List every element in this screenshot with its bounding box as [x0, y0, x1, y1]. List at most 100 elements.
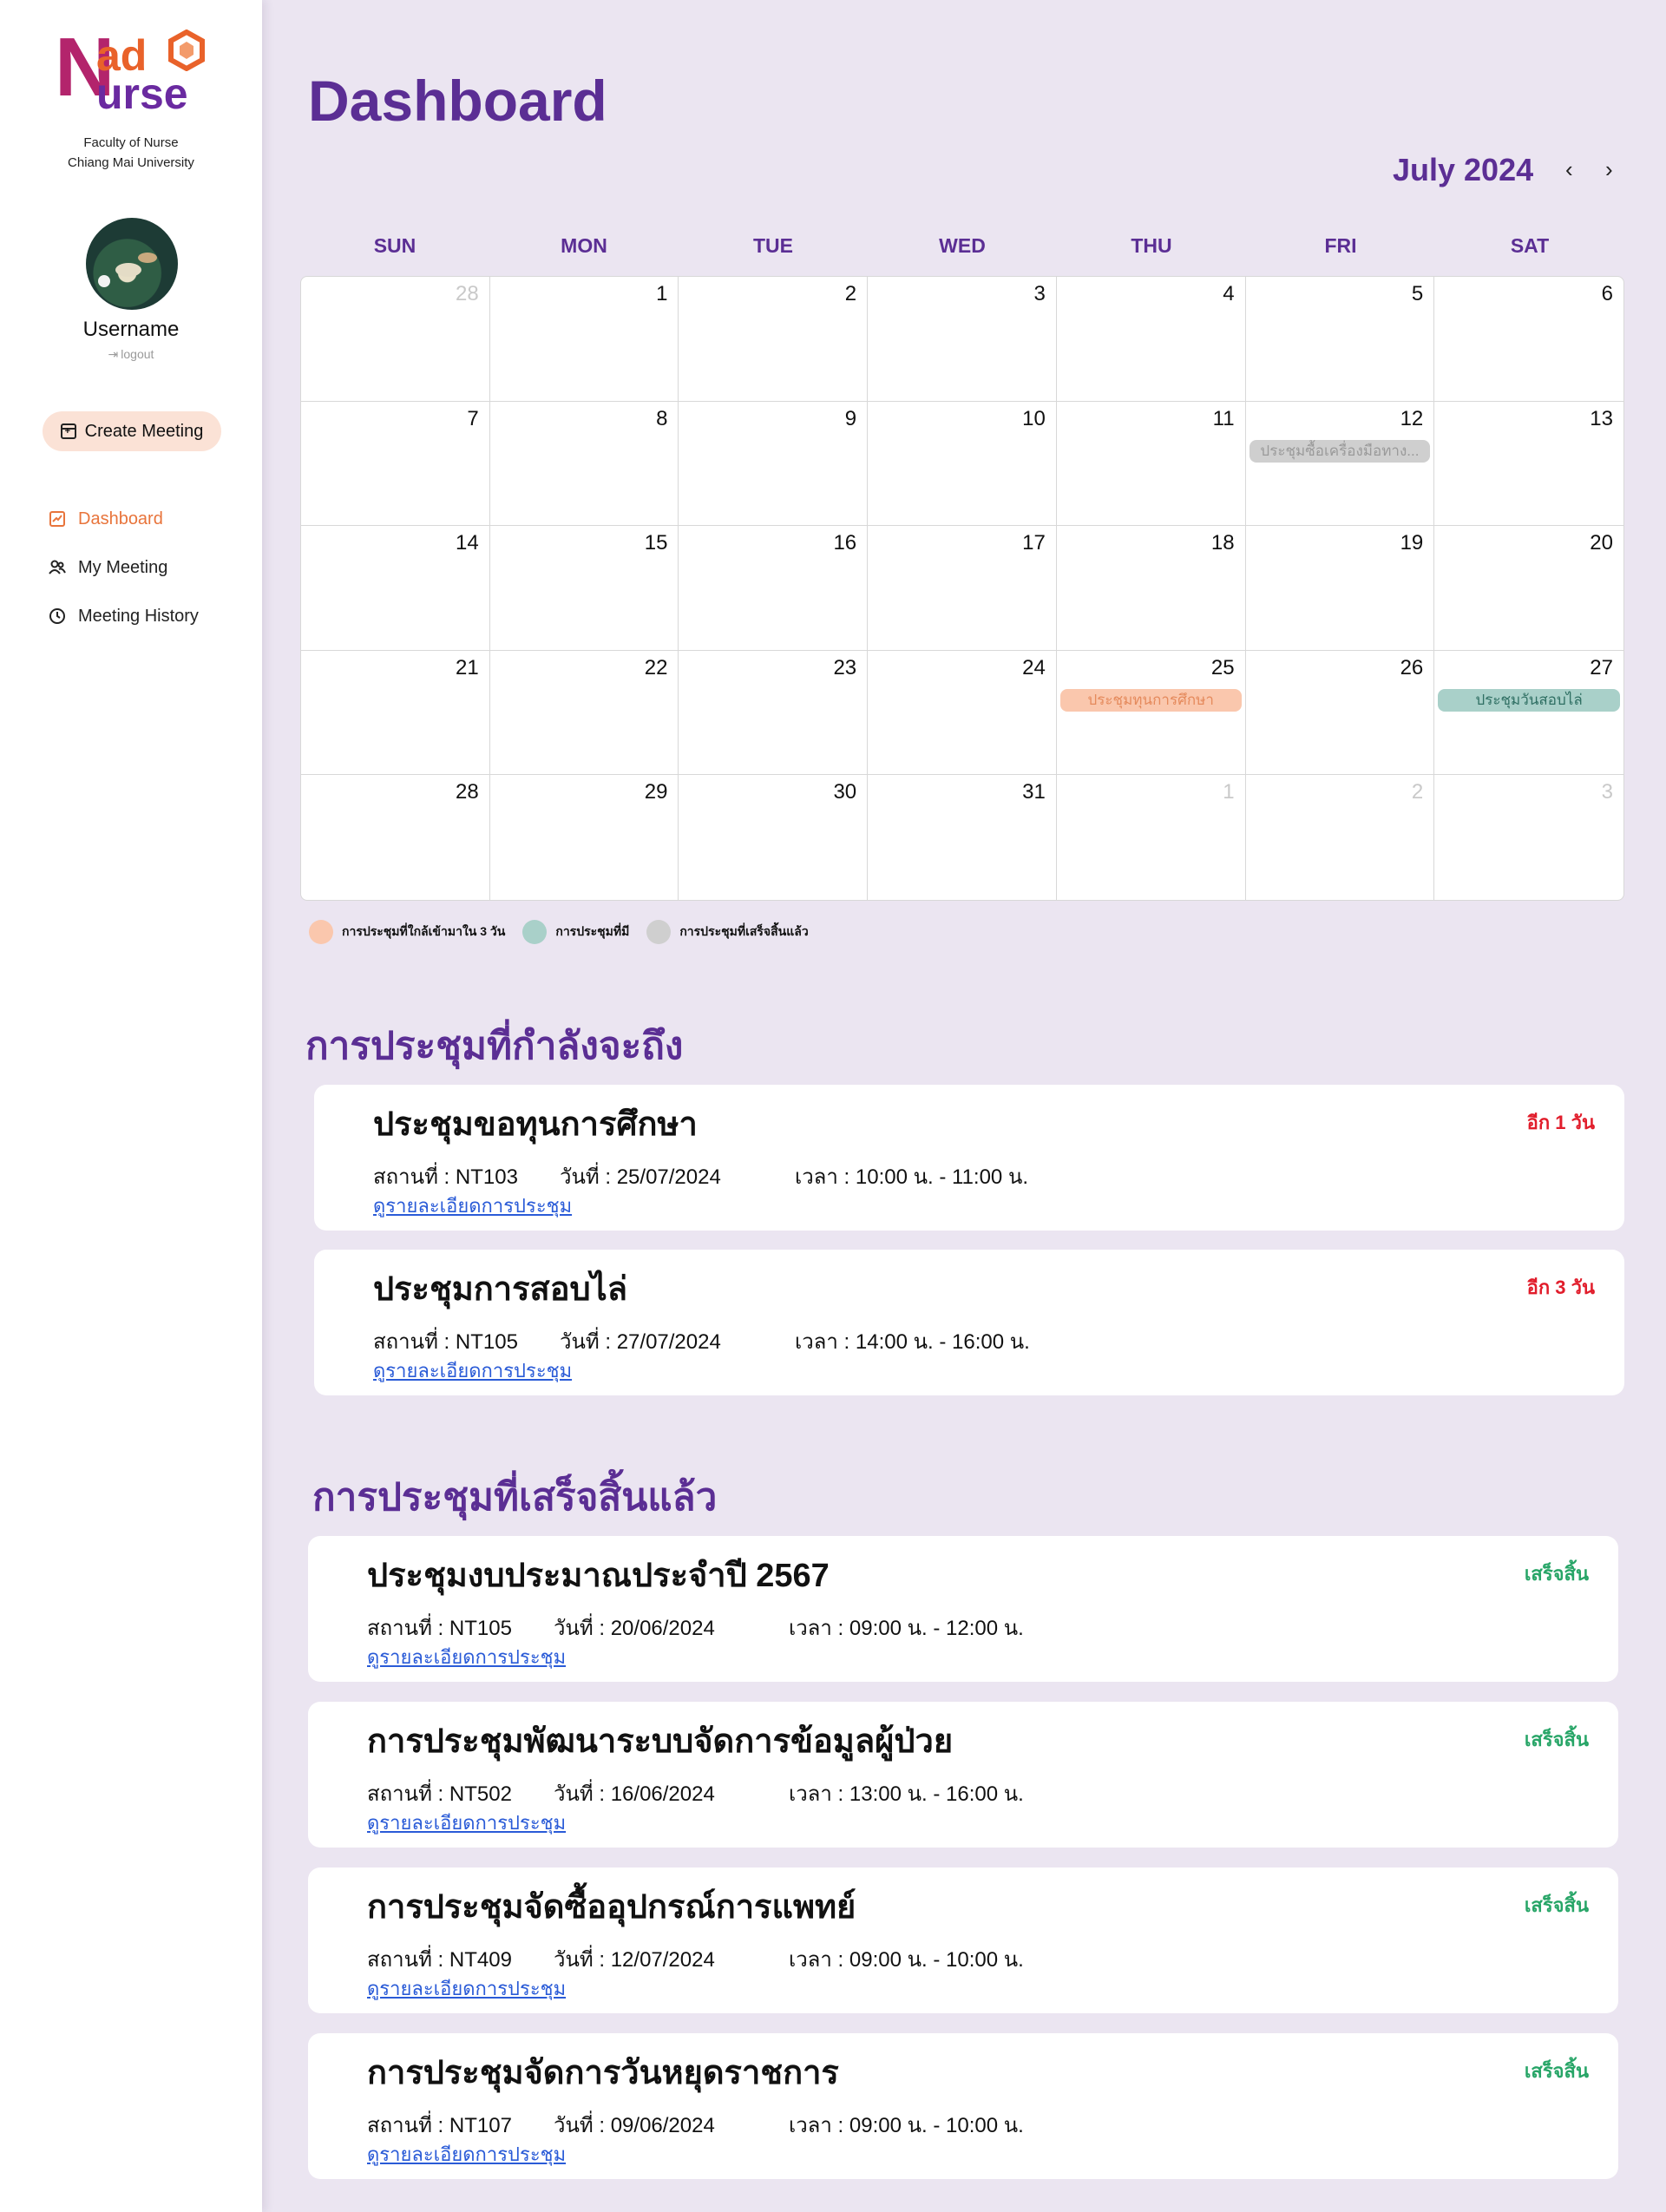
calendar-day-cell[interactable]: 17: [868, 526, 1057, 651]
calendar-day-cell[interactable]: 31: [868, 775, 1057, 900]
sidebar-item-dashboard[interactable]: Dashboard: [49, 495, 199, 543]
calendar-day-cell[interactable]: 15: [489, 526, 679, 651]
meeting-place: สถานที่ : NT409: [367, 1948, 512, 1972]
day-number: 27: [1590, 655, 1613, 679]
logout-label: logout: [121, 347, 154, 361]
calendar-event[interactable]: ประชุมซื้อเครื่องมือทาง...: [1249, 439, 1431, 463]
weekday-label: WED: [939, 234, 986, 257]
avatar[interactable]: [86, 218, 178, 310]
sidebar-item-label: Dashboard: [78, 509, 163, 528]
faculty-line2: Chiang Mai University: [68, 155, 194, 170]
day-number: 11: [1212, 406, 1235, 430]
meeting-info-row: สถานที่ : NT103 วันที่ : 25/07/2024 เวลา :…: [373, 1159, 1028, 1193]
calendar-day-cell[interactable]: 1: [1057, 775, 1246, 900]
day-number: 6: [1601, 282, 1613, 305]
calendar-day-cell[interactable]: 4: [1056, 277, 1246, 402]
meeting-card: การประชุมจัดการวันหยุดราชการ เสร็จสิ้น สถา…: [308, 2033, 1618, 2179]
calendar-event[interactable]: ประชุมวันสอบไล่: [1438, 688, 1620, 712]
meeting-details-link[interactable]: ดูรายละเอียดการประชุม: [373, 1355, 572, 1386]
calendar-day-cell[interactable]: 22: [489, 650, 679, 776]
calendar-day-cell[interactable]: 10: [868, 401, 1057, 527]
calendar-day-cell[interactable]: 30: [679, 775, 869, 900]
meeting-details-link[interactable]: ดูรายละเอียดการประชุม: [367, 1973, 566, 2004]
next-month-button[interactable]: ›: [1605, 156, 1613, 183]
calendar-day-cell[interactable]: 6: [1434, 277, 1623, 402]
day-number: 1: [656, 282, 668, 305]
day-number: 2: [1411, 780, 1424, 804]
calendar-day-cell[interactable]: 2: [1246, 775, 1435, 900]
weekday-label: TUE: [753, 234, 793, 257]
create-meeting-button[interactable]: Create Meeting: [43, 411, 221, 451]
meeting-info-row: สถานที่ : NT409 วันที่ : 12/07/2024 เวลา :…: [367, 1942, 1024, 1976]
meeting-time: เวลา : 13:00 น. - 16:00 น.: [789, 1782, 1024, 1806]
calendar-day-cell[interactable]: 21: [301, 650, 490, 776]
calendar-day-cell[interactable]: 23: [679, 650, 869, 776]
meeting-details-link[interactable]: ดูรายละเอียดการประชุม: [367, 1808, 566, 1838]
calendar-day-cell[interactable]: 28: [301, 277, 490, 402]
sidebar-item-my-meeting[interactable]: My Meeting: [49, 543, 199, 592]
day-number: 17: [1022, 531, 1046, 555]
calendar-day-cell[interactable]: 14: [301, 526, 490, 651]
calendar-day-cell[interactable]: 18: [1056, 526, 1246, 651]
calendar-day-cell[interactable]: 2: [679, 277, 869, 402]
meeting-card: ประชุมงบประมาณประจำปี 2567 เสร็จสิ้น สถานท…: [308, 1536, 1618, 1682]
meeting-details-link[interactable]: ดูรายละเอียดการประชุม: [367, 2139, 566, 2169]
calendar-day-cell[interactable]: 12 ประชุมซื้อเครื่องมือทาง...: [1245, 401, 1435, 527]
meeting-status-badge: เสร็จสิ้น: [1524, 2060, 1589, 2082]
sidebar-item-label: Meeting History: [78, 606, 199, 626]
calendar-day-cell[interactable]: 1: [489, 277, 679, 402]
sidebar-nav: Dashboard My Meeting Meeting History: [49, 495, 199, 640]
prev-month-button[interactable]: ‹: [1565, 156, 1573, 183]
calendar-day-cell[interactable]: 3: [868, 277, 1057, 402]
meeting-title: ประชุมขอทุนการศึกษา: [373, 1106, 698, 1143]
logout-icon: ⇥: [108, 347, 119, 361]
day-number: 29: [644, 780, 668, 804]
day-number: 8: [656, 406, 668, 430]
calendar-day-cell[interactable]: 7: [301, 401, 490, 527]
meeting-title: การประชุมพัฒนาระบบจัดการข้อมูลผู้ป่วย: [367, 1723, 954, 1760]
calendar-day-cell[interactable]: 5: [1245, 277, 1435, 402]
calendar-day-cell[interactable]: 27 ประชุมวันสอบไล่: [1434, 651, 1623, 776]
day-number: 1: [1223, 780, 1235, 804]
calendar-day-cell[interactable]: 29: [490, 775, 679, 900]
calendar-day-cell[interactable]: 8: [489, 401, 679, 527]
logout-link[interactable]: ⇥ logout: [0, 347, 262, 362]
calendar-day-cell[interactable]: 3: [1434, 775, 1623, 900]
calendar-event[interactable]: ประชุมทุนการศึกษา: [1059, 688, 1242, 712]
day-number: 26: [1400, 655, 1424, 679]
calendar-day-cell[interactable]: 24: [868, 650, 1057, 776]
calendar-day-cell[interactable]: 9: [679, 401, 869, 527]
day-number: 7: [467, 406, 479, 430]
people-icon: [49, 559, 66, 576]
calendar-day-cell[interactable]: 13: [1434, 402, 1623, 527]
meeting-date: วันที่ : 09/06/2024: [554, 2114, 715, 2137]
nadnurse-logo: N ad urse: [55, 26, 220, 118]
meeting-details-link[interactable]: ดูรายละเอียดการประชุม: [367, 1642, 566, 1672]
sidebar-item-meeting-history[interactable]: Meeting History: [49, 592, 199, 640]
meeting-title: ประชุมงบประมาณประจำปี 2567: [367, 1558, 830, 1594]
meeting-status-badge: เสร็จสิ้น: [1524, 1729, 1589, 1750]
day-number: 14: [456, 531, 479, 555]
meeting-place: สถานที่ : NT105: [373, 1330, 518, 1354]
day-number: 5: [1411, 282, 1424, 305]
calendar-day-cell[interactable]: 19: [1245, 526, 1435, 651]
weekday-label: FRI: [1324, 234, 1357, 257]
day-number: 24: [1022, 655, 1046, 679]
calendar-day-cell[interactable]: 26: [1245, 650, 1435, 776]
meeting-info-row: สถานที่ : NT107 วันที่ : 09/06/2024 เวลา :…: [367, 2108, 1024, 2142]
logo-text-urse: urse: [96, 69, 188, 118]
meeting-time: เวลา : 09:00 น. - 10:00 น.: [789, 2114, 1024, 2137]
weekday-label: THU: [1131, 234, 1172, 257]
meeting-place: สถานที่ : NT107: [367, 2114, 512, 2137]
calendar-day-cell[interactable]: 11: [1056, 401, 1246, 527]
calendar-day-cell[interactable]: 28: [301, 775, 490, 900]
meeting-details-link[interactable]: ดูรายละเอียดการประชุม: [373, 1191, 572, 1221]
calendar-day-cell[interactable]: 25 ประชุมทุนการศึกษา: [1056, 650, 1246, 776]
day-number: 10: [1022, 406, 1046, 430]
day-number: 16: [833, 531, 857, 555]
calendar-day-cell[interactable]: 16: [679, 526, 869, 651]
calendar-day-cell[interactable]: 20: [1434, 526, 1623, 651]
meeting-info-row: สถานที่ : NT105 วันที่ : 27/07/2024 เวลา :…: [373, 1324, 1030, 1358]
meeting-time: เวลา : 14:00 น. - 16:00 น.: [795, 1330, 1030, 1354]
meeting-date: วันที่ : 25/07/2024: [560, 1165, 721, 1189]
